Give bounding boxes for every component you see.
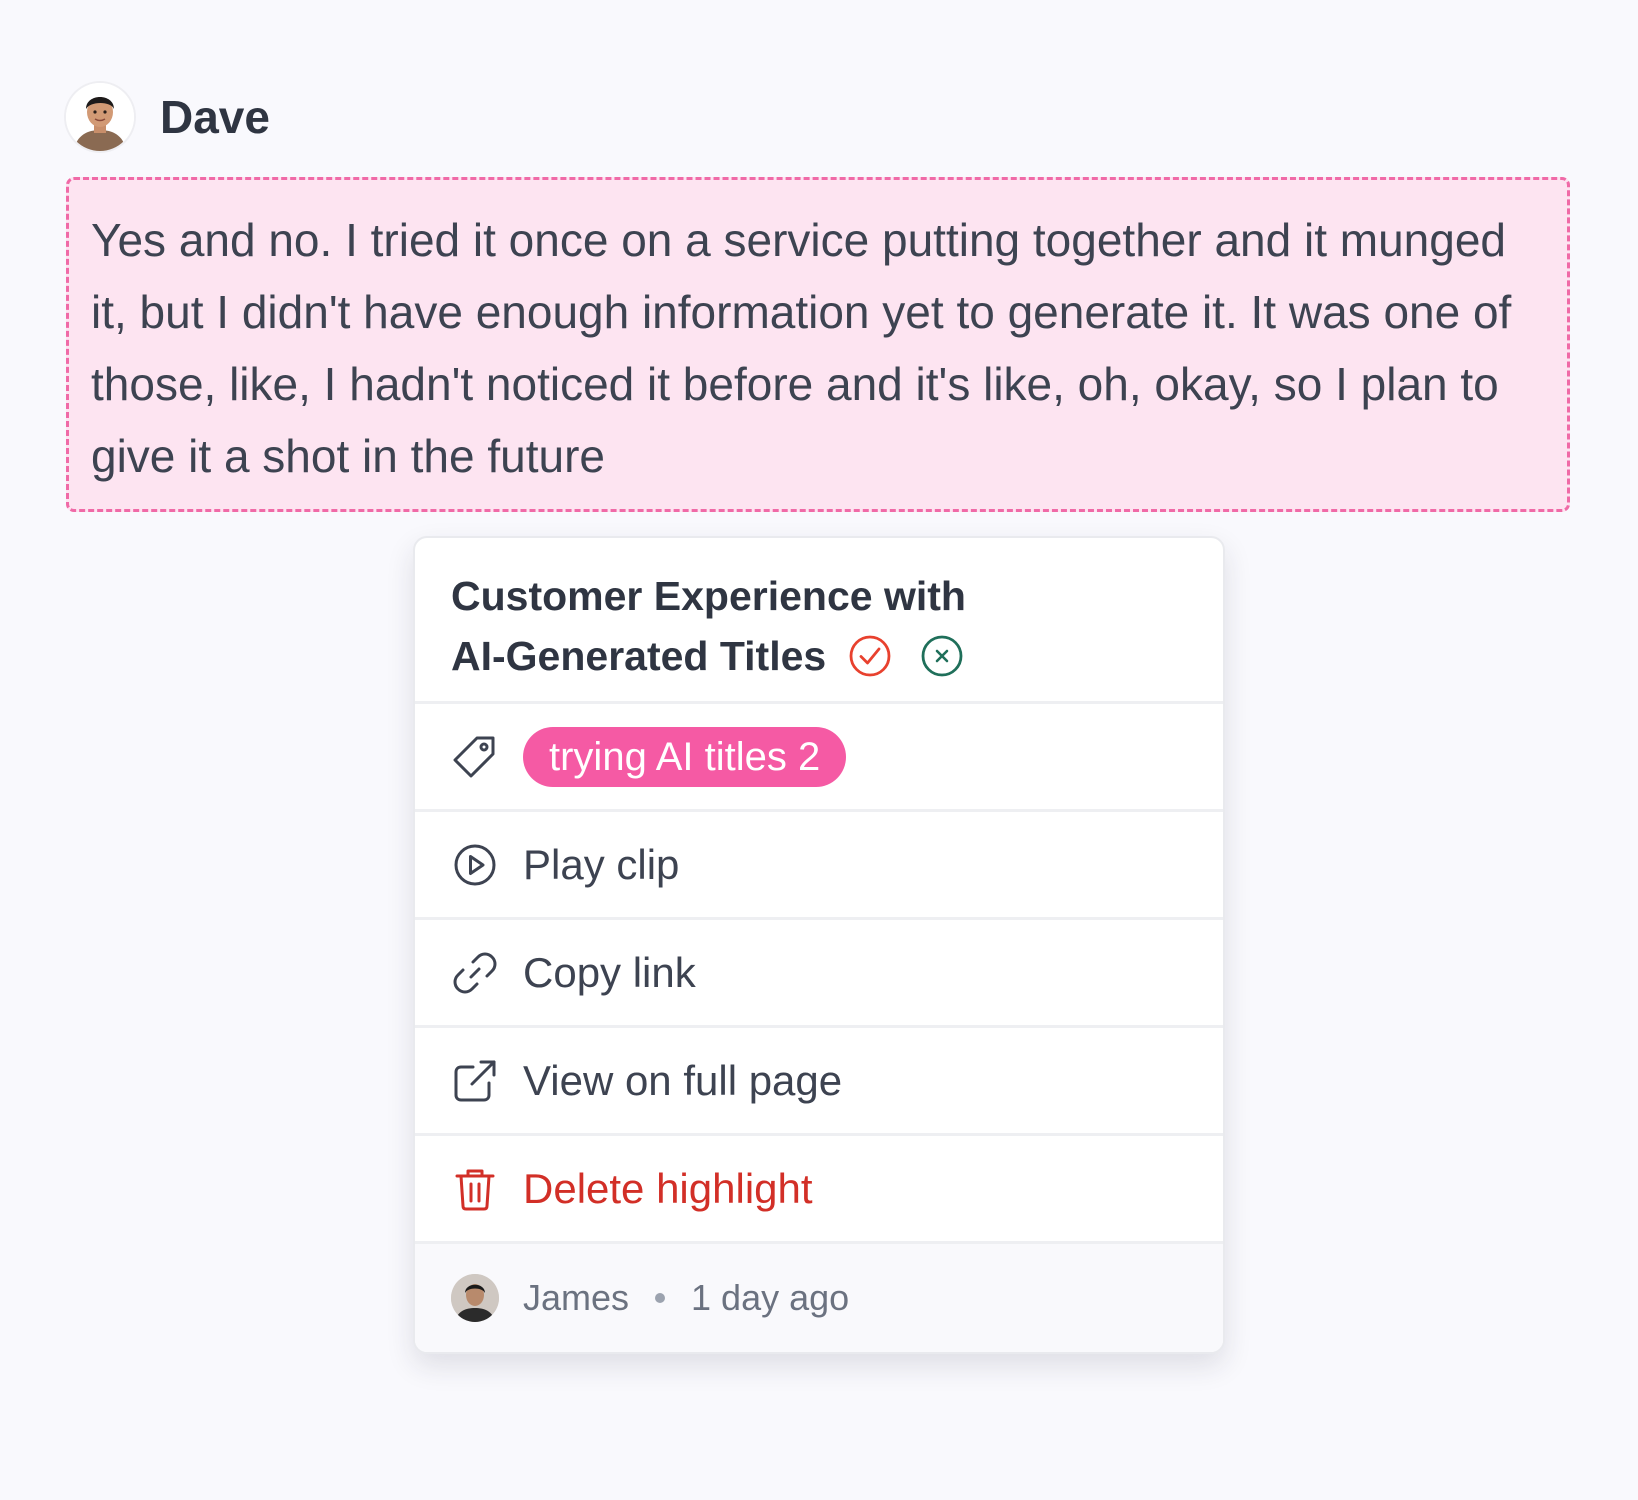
view-full-page-button[interactable]: View on full page	[415, 1028, 1223, 1136]
external-link-icon	[451, 1057, 499, 1105]
highlight-header: Customer Experience with AI-Generated Ti…	[415, 538, 1223, 704]
speaker-avatar	[66, 83, 134, 151]
separator-dot	[655, 1293, 666, 1303]
view-full-page-label: View on full page	[523, 1056, 843, 1104]
speaker-name: Dave	[160, 91, 270, 143]
link-icon	[451, 949, 499, 997]
highlight-footer: James 1 day ago	[415, 1244, 1223, 1352]
tag-row: trying AI titles 2	[415, 704, 1223, 812]
delete-highlight-label: Delete highlight	[523, 1164, 813, 1212]
tag-icon	[451, 733, 499, 781]
trash-icon	[451, 1165, 499, 1213]
delete-highlight-button[interactable]: Delete highlight	[415, 1136, 1223, 1244]
speaker-header: Dave	[66, 82, 270, 152]
highlighted-transcript[interactable]: Yes and no. I tried it once on a service…	[66, 177, 1570, 512]
x-circle-icon[interactable]	[920, 634, 964, 678]
author-name: James	[523, 1277, 630, 1318]
highlight-title-line2: AI-Generated Titles	[451, 633, 827, 679]
author-avatar	[451, 1274, 499, 1322]
play-clip-label: Play clip	[523, 840, 680, 888]
copy-link-label: Copy link	[523, 948, 696, 996]
play-clip-button[interactable]: Play clip	[415, 812, 1223, 920]
highlight-popover: Customer Experience with AI-Generated Ti…	[413, 536, 1225, 1354]
highlight-title: Customer Experience with AI-Generated Ti…	[451, 566, 1187, 686]
highlight-title-line1: Customer Experience with	[451, 573, 966, 619]
play-circle-icon	[451, 841, 499, 889]
copy-link-button[interactable]: Copy link	[415, 920, 1223, 1028]
created-time: 1 day ago	[691, 1277, 850, 1318]
check-circle-icon[interactable]	[848, 634, 892, 678]
tag-chip[interactable]: trying AI titles 2	[523, 726, 847, 787]
